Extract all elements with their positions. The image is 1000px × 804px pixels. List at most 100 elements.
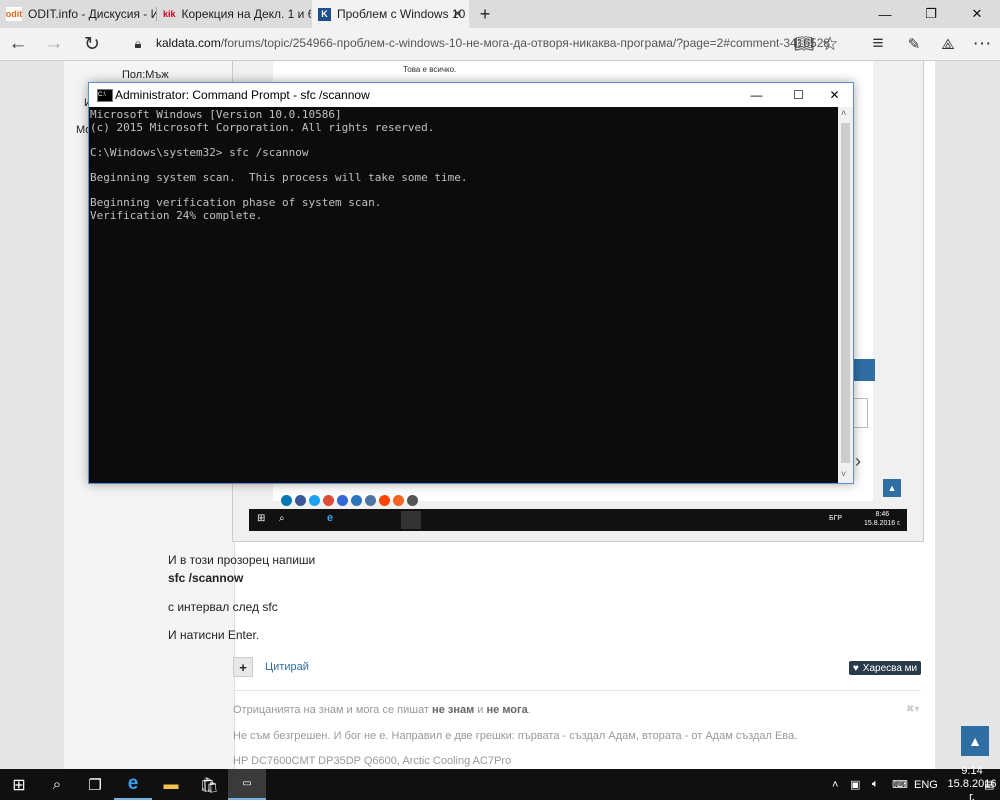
windows-taskbar: ⊞ ⌕ ❐ e ▬ 🛍︎ ▭ ˄ ▣ 🔈︎ ⌨ ENG 9:14 15.8.20… <box>0 765 1000 803</box>
notifications-icon[interactable]: ▤ <box>984 769 994 800</box>
googleplus-icon <box>323 495 334 506</box>
screenshot-start-icon: ⊞ <box>257 513 266 524</box>
sig-text: Отрицанията на знам и мога се пишат <box>233 704 433 716</box>
scroll-up-icon[interactable]: ˄ <box>841 108 846 118</box>
heart-icon: ♥ <box>852 662 859 674</box>
more-icon[interactable]: ··· <box>964 28 1000 60</box>
tab-problem-windows[interactable]: K Проблем с Windows 10 ✕ <box>312 0 469 28</box>
screenshot-share-icons <box>281 495 418 506</box>
reddit-icon <box>379 495 390 506</box>
file-explorer-icon[interactable]: ▬ <box>152 769 190 800</box>
cmd-minimize-button[interactable]: — <box>739 83 774 107</box>
cmd-app-icon: C:\ <box>97 89 113 102</box>
tray-up-icon[interactable]: ˄ <box>832 769 838 800</box>
multiquote-button[interactable]: + <box>233 657 253 677</box>
signature-line-1: Отрицанията на знам и мога се пишат не з… <box>233 704 531 716</box>
refresh-icon[interactable]: ↻ <box>74 28 110 60</box>
url-field[interactable]: kaldata.com/forums/topic/254966-проблем-… <box>156 36 830 50</box>
post-line-2: sfc /scannow <box>168 571 244 585</box>
signature-line-2: Не съм безгрешен. И бог не е. Направил е… <box>233 730 798 742</box>
cmd-taskbar-icon[interactable]: ▭ <box>228 769 266 800</box>
store-icon[interactable]: 🛍︎ <box>190 769 228 800</box>
network-icon[interactable]: ▣ <box>850 769 860 800</box>
kik-favicon-icon: kik <box>163 9 176 19</box>
new-tab-button[interactable]: + <box>472 0 498 28</box>
address-bar: ← → ↻ 🔒︎ kaldata.com/forums/topic/254966… <box>0 28 1000 61</box>
cmd-title: Administrator: Command Prompt - sfc /sca… <box>115 88 370 102</box>
twitter-icon <box>309 495 320 506</box>
task-view-icon[interactable]: ❐ <box>76 769 114 800</box>
cmd-console-output[interactable]: Microsoft Windows [Version 10.0.10586] (… <box>89 107 838 483</box>
signature-divider <box>233 690 921 691</box>
tab-label: ODIT.info - Дискусия - ИН1 <box>28 7 156 21</box>
favorite-star-icon[interactable]: ☆ <box>812 28 848 60</box>
keyboard-icon[interactable]: ⌨ <box>892 769 908 800</box>
tab-label: Корекция на Декл. 1 и 6 <box>181 7 311 21</box>
minimize-button[interactable]: — <box>862 0 908 28</box>
url-path: /forums/topic/254966-проблем-с-windows-1… <box>220 36 831 50</box>
screenshot-up-icon: ▲ <box>883 479 901 497</box>
close-window-button[interactable]: ✕ <box>954 0 1000 28</box>
cmd-scrollbar[interactable]: ˄ ˅ <box>838 107 853 483</box>
cmd-maximize-button[interactable]: ☐ <box>781 83 816 107</box>
edge-icon[interactable]: e <box>114 769 152 800</box>
browser-tab-bar: odit ODIT.info - Дискусия - ИН1 kik Коре… <box>0 0 1000 28</box>
kaldata-favicon-icon: K <box>318 7 331 21</box>
cmd-title-bar[interactable]: C:\ Administrator: Command Prompt - sfc … <box>89 83 853 107</box>
like-button[interactable]: ♥ Харесва ми <box>849 661 921 675</box>
screenshot-text: Това е всичко. <box>403 65 457 74</box>
plus-icon: + <box>479 3 491 24</box>
post-line-4: И натисни Enter. <box>168 628 260 642</box>
forward-icon[interactable]: → <box>36 28 72 60</box>
restore-button[interactable]: ❐ <box>908 0 954 28</box>
screenshot-clock-date: 15.8.2016 г. <box>864 520 901 527</box>
screenshot-search-icon: ⌕ <box>279 513 285 524</box>
sig-bold-1: не знам <box>432 704 475 716</box>
linkedin-icon <box>281 495 292 506</box>
screenshot-cmd-task <box>401 511 421 529</box>
signature-line-3: HP DC7600CMT DP35DP Q6600, Arctic Coolin… <box>233 755 512 767</box>
tab-korekcia[interactable]: kik Корекция на Декл. 1 и 6 <box>157 0 311 28</box>
cmd-close-button[interactable]: ✕ <box>817 83 852 107</box>
screenshot-lang: БГР <box>829 515 843 522</box>
share-icon <box>351 495 362 506</box>
share-icon <box>337 495 348 506</box>
sig-text: и <box>474 704 487 716</box>
screenshot-taskbar: ⊞ ⌕ e БГР 8:46 15.8.2016 г. <box>249 509 907 531</box>
tab-label: Проблем с Windows 10 <box>337 7 466 21</box>
tab-odit[interactable]: odit ODIT.info - Дискусия - ИН1 <box>0 0 156 28</box>
scroll-down-icon[interactable]: ˅ <box>841 469 846 479</box>
screenshot-edge-icon: e <box>327 512 334 524</box>
odit-favicon-icon: odit <box>5 7 23 21</box>
volume-icon[interactable]: 🔈︎ <box>872 769 879 800</box>
command-prompt-window[interactable]: C:\ Administrator: Command Prompt - sfc … <box>88 82 854 484</box>
clock-time: 9:14 <box>961 765 983 777</box>
hub-icon[interactable]: ≡ <box>860 28 896 60</box>
share-icon[interactable]: ⟁ <box>930 28 966 60</box>
web-note-icon[interactable]: ✎ <box>896 28 932 60</box>
like-label: Харесва ми <box>862 662 918 674</box>
back-icon[interactable]: ← <box>0 28 36 60</box>
vk-icon <box>365 495 376 506</box>
input-language[interactable]: ENG <box>914 769 938 800</box>
close-tab-icon[interactable]: ✕ <box>452 6 463 22</box>
screenshot-clock-time: 8:46 <box>875 511 890 518</box>
user-gender: Пол:Мъж <box>122 69 169 81</box>
email-icon <box>407 495 418 506</box>
post-line-3: с интервал след sfc <box>168 600 278 614</box>
facebook-icon <box>295 495 306 506</box>
chevron-right-icon: › <box>855 451 861 471</box>
cmd-scroll-thumb[interactable] <box>841 123 850 463</box>
sig-bold-2: не мога <box>486 704 528 716</box>
search-icon[interactable]: ⌕ <box>38 769 76 800</box>
quote-link[interactable]: Цитирай <box>265 661 309 673</box>
stumble-icon <box>393 495 404 506</box>
sig-text: . <box>527 704 531 716</box>
close-signature-icon[interactable]: ✖▾ <box>906 704 919 715</box>
lock-icon: 🔒︎ <box>134 36 142 51</box>
url-domain: kaldata.com <box>156 36 221 50</box>
post-line-1: И в този прозорец напиши <box>168 553 316 567</box>
screenshot-clock: 8:46 15.8.2016 г. <box>864 510 901 528</box>
start-windows-icon[interactable]: ⊞ <box>0 769 38 800</box>
scroll-to-top-button[interactable]: ▲ <box>961 726 989 756</box>
